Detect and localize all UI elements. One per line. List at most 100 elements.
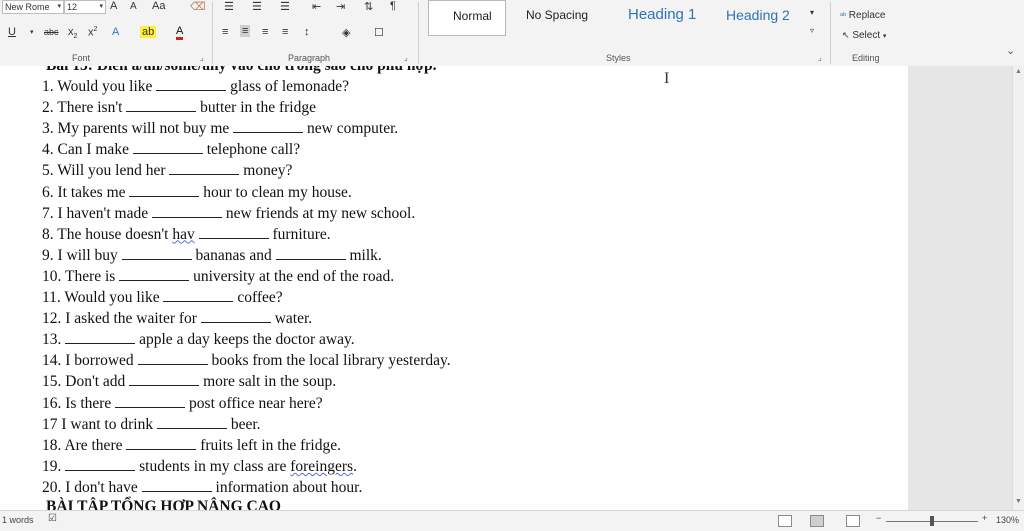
read-mode-button[interactable]	[778, 515, 792, 527]
word-count[interactable]: 1 words	[2, 515, 34, 525]
exercise-line: 2. There isn't butter in the fridge	[42, 99, 316, 117]
line-text: more salt in the soup.	[199, 373, 337, 391]
text-cursor-icon: I	[664, 70, 670, 87]
align-right-icon[interactable]: ≡	[262, 26, 268, 38]
line-spacing-icon[interactable]: ↕	[304, 26, 310, 38]
blank-field	[156, 416, 227, 429]
shrink-font-button[interactable]: A	[130, 1, 137, 12]
zoom-in-button[interactable]: +	[982, 513, 987, 523]
sort-icon[interactable]: ⇅	[364, 0, 373, 13]
section-heading: BÀI TẬP TỔNG HỢP NÂNG CAO	[46, 498, 281, 510]
line-text: telephone call?	[202, 141, 301, 159]
zoom-slider-thumb[interactable]	[930, 516, 934, 526]
proofing-icon[interactable]: ☑	[48, 513, 57, 524]
subscript-button[interactable]: x2	[68, 26, 77, 40]
numbering-icon[interactable]: ☰	[252, 0, 262, 13]
page-gutter	[908, 66, 1012, 510]
blank-field	[156, 78, 227, 91]
font-dialog-launcher-icon[interactable]: ⌟	[200, 53, 204, 62]
line-text: 16. Is there	[42, 394, 116, 412]
document-page[interactable]: Bài 13: Điền a/an/some/any vào chỗ trống…	[0, 66, 908, 510]
paragraph-group-label: Paragraph	[288, 53, 331, 63]
styles-more-icon[interactable]: ▿	[810, 26, 814, 35]
line-text: 2. There isn't	[42, 99, 127, 117]
line-text: 19.	[42, 457, 66, 475]
exercise-line: 7. I haven't made new friends at my new …	[42, 205, 415, 223]
chevron-down-icon[interactable]: ▾	[30, 28, 34, 36]
text-effects-icon[interactable]: A	[112, 26, 119, 38]
line-text: butter in the fridge	[196, 99, 316, 117]
highlight-color-icon[interactable]: ab	[140, 26, 157, 38]
replace-button[interactable]: ᵃᵇ Replace	[840, 10, 885, 21]
vertical-scrollbar[interactable]: ▲ ▼	[1012, 66, 1024, 510]
decrease-indent-icon[interactable]: ⇤	[312, 0, 321, 13]
zoom-out-button[interactable]: −	[876, 513, 881, 523]
line-text: .	[353, 457, 357, 475]
align-left-icon[interactable]: ≡	[222, 26, 228, 38]
line-text: 15. Don't add	[42, 373, 130, 391]
select-button[interactable]: ↖ Select ▾	[842, 30, 886, 41]
underline-button[interactable]: U	[8, 26, 16, 38]
ribbon: New Rome ▾ 12 ▾ A A Aa ⌫ U ▾ abc x2 x2 A a…	[0, 0, 1024, 67]
increase-indent-icon[interactable]: ⇥	[336, 0, 345, 13]
collapse-ribbon-icon[interactable]: ⌄	[1006, 44, 1015, 57]
font-color-icon[interactable]: A	[176, 26, 184, 40]
line-text: books from the local library yesterday.	[207, 352, 451, 370]
styles-dialog-launcher-icon[interactable]: ⌟	[818, 53, 822, 62]
align-center-icon[interactable]: ≡	[240, 25, 251, 37]
font-name-value: New Rome	[5, 2, 50, 12]
clear-formatting-icon[interactable]: ⌫	[190, 0, 206, 13]
scroll-up-icon[interactable]: ▲	[1015, 68, 1022, 75]
line-text: students in my class are foreingers.	[135, 458, 357, 475]
exercise-line: 13. apple a day keeps the doctor away.	[42, 331, 355, 349]
multilevel-list-icon[interactable]: ☰	[280, 0, 290, 13]
blank-field	[129, 373, 200, 387]
shading-icon[interactable]: ◈	[342, 26, 350, 39]
font-name-dropdown[interactable]: New Rome ▾	[2, 0, 64, 14]
scroll-down-icon[interactable]: ▼	[1015, 498, 1022, 505]
exercise-line: 9. I will buy bananas and milk.	[42, 247, 382, 265]
style-normal[interactable]: Normal	[428, 0, 506, 36]
font-size-dropdown[interactable]: 12 ▾	[64, 0, 106, 14]
font-group-label: Font	[72, 53, 91, 63]
line-text: 11. Would you like	[42, 289, 164, 306]
borders-icon[interactable]: ☐	[374, 26, 384, 39]
exercise-line: 10. There is university at the end of th…	[42, 268, 394, 286]
strikethrough-button[interactable]: abc	[44, 27, 59, 37]
style-no-spacing[interactable]: No Spacing	[512, 0, 608, 34]
change-case-button[interactable]: Aa	[152, 0, 165, 12]
line-text: 14. I borrowed	[42, 352, 138, 370]
style-heading-2[interactable]: Heading 2	[712, 0, 806, 34]
line-text: coffee?	[233, 289, 283, 306]
print-layout-button[interactable]	[810, 515, 824, 527]
grow-font-button[interactable]: A	[110, 0, 117, 12]
style-heading-2-label: Heading 2	[726, 7, 790, 23]
line-text: 12. I asked the waiter for	[42, 310, 201, 328]
blank-field	[65, 331, 136, 345]
bullets-icon[interactable]: ☰	[224, 0, 234, 13]
show-formatting-button[interactable]: ¶	[390, 0, 396, 12]
line-text: fruits left in the fridge.	[196, 436, 341, 454]
line-text: 10. There is	[42, 267, 120, 285]
exercise-line: 15. Don't add more salt in the soup.	[42, 373, 336, 391]
editing-group-label: Editing	[852, 53, 880, 63]
zoom-level[interactable]: 130%	[996, 515, 1019, 525]
blank-field	[129, 184, 200, 197]
line-text: university at the end of the road.	[189, 267, 395, 285]
style-heading-1[interactable]: Heading 1	[614, 0, 710, 34]
line-text: 8. The house doesn't	[42, 225, 173, 243]
styles-scroll-down-icon[interactable]: ▾	[810, 8, 814, 17]
line-text: 4. Can I make	[42, 141, 133, 159]
superscript-button[interactable]: x2	[88, 26, 97, 39]
line-text: 17 I want to drink	[42, 415, 157, 433]
divider	[830, 2, 831, 64]
web-layout-button[interactable]	[846, 515, 860, 527]
status-bar: 1 words ☑ − + 130%	[0, 510, 1024, 531]
justify-icon[interactable]: ≡	[282, 26, 288, 38]
paragraph-dialog-launcher-icon[interactable]: ⌟	[404, 53, 408, 62]
blank-field	[169, 162, 240, 176]
line-text: 8. The house doesn't hav	[42, 226, 199, 243]
line-text: hour to clean my house.	[199, 183, 352, 201]
blank-field	[151, 205, 222, 218]
exercise-line: 11. Would you like coffee?	[42, 289, 283, 307]
